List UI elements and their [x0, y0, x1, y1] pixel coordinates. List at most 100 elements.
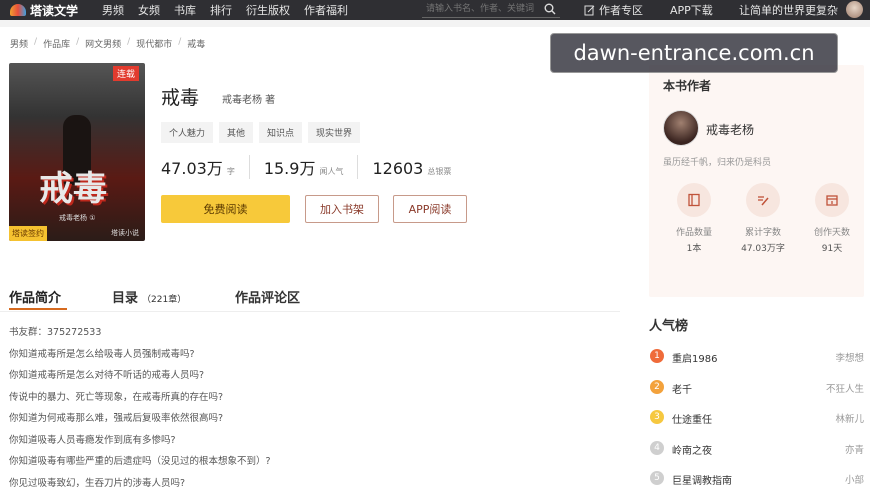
author-card-heading: 本书作者	[663, 79, 712, 93]
book-cover[interactable]: 连载 戒毒 戒毒老杨 ① 塔读签约 塔读小说	[9, 63, 145, 241]
main-nav: 男频 女频 书库 排行 衍生版权 作者福利	[102, 0, 348, 20]
breadcrumb-item[interactable]: 作品库	[43, 37, 70, 50]
book-tags: 个人魅力 其他 知识点 现实世界	[161, 122, 361, 143]
main-content: 男频 / 作品库 / 网文男频 / 现代都市 / 戒毒 连载 戒毒 戒毒老杨 ①…	[0, 27, 870, 500]
rank-number: 3	[650, 410, 664, 424]
edit-icon	[584, 5, 595, 15]
ranking-row[interactable]: 2 老千 不狂人生	[649, 378, 864, 409]
ranking-author[interactable]: 小部	[845, 472, 864, 486]
logo-icon	[10, 4, 26, 16]
tab-reviews[interactable]: 作品评论区	[235, 287, 300, 306]
author-card: 本书作者 戒毒老杨 虽历经千帆，归来仍是科员 作品数量 1本 累计字数 47.0…	[649, 65, 864, 297]
ranking-author[interactable]: 李想想	[835, 350, 864, 364]
synopsis-line: 你知道为何戒毒那么难，强戒后复吸率依然很高吗?	[9, 413, 224, 424]
cover-title-art: 戒毒	[39, 169, 107, 209]
breadcrumb-item[interactable]: 男频	[10, 37, 28, 50]
author-stat-words: 累计字数 47.03万字	[732, 183, 794, 254]
book-stats: 47.03万 字 15.9万 闻人气 12603 总银票	[161, 155, 479, 179]
ranking-row[interactable]: 5 巨星调教指南 小部	[649, 469, 864, 500]
serial-badge: 连载	[112, 66, 139, 81]
nav-ranking[interactable]: 排行	[210, 2, 232, 18]
author-zone-link[interactable]: 作者专区	[584, 0, 643, 20]
watermark-overlay: dawn-entrance.com.cn	[550, 33, 838, 73]
stat-value: 47.03万	[161, 159, 223, 178]
author-stat-value: 91天	[821, 244, 843, 254]
user-avatar[interactable]	[846, 1, 863, 18]
rank-number: 4	[650, 440, 664, 455]
tag[interactable]: 现实世界	[308, 122, 361, 143]
synopsis-line: 你见过吸毒致幻，生吞刀片的涉毒人员吗?	[9, 477, 186, 489]
author-stat-label: 创作天数	[813, 228, 850, 238]
tab-toc[interactable]: 目录 （221章）	[112, 287, 186, 306]
pen-icon	[746, 183, 780, 217]
breadcrumb-separator: /	[127, 37, 131, 47]
free-read-button[interactable]: 免费阅读	[161, 195, 290, 223]
rank-number: 1	[650, 349, 664, 363]
cover-publisher: 塔读小说	[111, 229, 139, 237]
user-menu[interactable]: 让简单的世界更复杂	[739, 0, 838, 20]
nav-female[interactable]: 女频	[138, 2, 160, 18]
app-read-button[interactable]: APP阅读	[393, 195, 467, 223]
author-stats: 作品数量 1本 累计字数 47.03万字 创作天数 91天	[663, 183, 863, 254]
author-avatar[interactable]	[663, 110, 699, 146]
author-name[interactable]: 戒毒老杨	[706, 121, 754, 138]
rank-number: 5	[650, 471, 664, 485]
content-tabs: 作品简介 目录 （221章） 作品评论区	[0, 284, 620, 312]
author-stat-value: 47.03万字	[741, 244, 785, 254]
author-stat-label: 累计字数	[744, 228, 781, 238]
nav-author-benefits[interactable]: 作者福利	[304, 2, 348, 18]
ranking-author[interactable]: 林新儿	[835, 411, 864, 425]
tag[interactable]: 个人魅力	[161, 122, 214, 143]
ranking-row[interactable]: 4 岭南之夜 亦青	[649, 439, 864, 470]
breadcrumb-item[interactable]: 网文男频	[85, 37, 121, 50]
synopsis-line: 传说中的暴力、死亡等现象，在戒毒所真的存在吗?	[9, 391, 224, 403]
rank-number: 2	[650, 379, 664, 394]
author-description: 虽历经千帆，归来仍是科员	[663, 158, 772, 168]
app-download-link[interactable]: APP下载	[670, 0, 713, 20]
tab-intro[interactable]: 作品简介	[9, 287, 67, 310]
breadcrumb-item[interactable]: 现代都市	[136, 37, 172, 50]
add-to-shelf-button[interactable]: 加入书架	[305, 195, 379, 223]
popularity-ranking-heading: 人气榜	[649, 319, 689, 334]
logo-text: 塔读文学	[30, 3, 79, 18]
nav-derivative-rights[interactable]: 衍生版权	[246, 2, 290, 18]
book-author[interactable]: 戒毒老杨 著	[222, 91, 275, 106]
search-icon[interactable]	[544, 3, 556, 15]
signed-badge: 塔读签约	[9, 226, 47, 241]
synopsis-line: 你知道吸毒有哪些严重的后遗症吗（没见过的根本想象不到）?	[9, 456, 271, 467]
tag[interactable]: 知识点	[259, 122, 303, 143]
ranking-author[interactable]: 不狂人生	[826, 381, 864, 395]
book-icon	[677, 183, 711, 217]
stat-label: 闻人气	[319, 167, 344, 176]
ranking-row[interactable]: 3 仕途重任 林新儿	[649, 408, 864, 439]
ranking-book-title[interactable]: 岭南之夜	[672, 442, 712, 457]
site-logo[interactable]: 塔读文学	[10, 0, 78, 20]
calendar-icon	[815, 183, 849, 217]
search-box	[422, 1, 560, 18]
synopsis-line: 你知道戒毒所是怎么对待不听话的戒毒人员吗?	[9, 370, 205, 381]
author-zone-label: 作者专区	[599, 4, 643, 17]
author-stat-days: 创作天数 91天	[801, 183, 863, 254]
book-synopsis: 书友群：375272533 你知道戒毒所是怎么给吸毒人员强制戒毒吗? 你知道戒毒…	[9, 324, 271, 496]
tab-label: 目录	[112, 291, 139, 306]
author-stat-value: 1本	[686, 244, 702, 254]
ranking-row[interactable]: 1 重启1986 李想想	[649, 347, 864, 378]
nav-library[interactable]: 书库	[174, 2, 196, 18]
stat-value: 12603	[372, 159, 424, 178]
tab-label: 作品简介	[9, 291, 62, 306]
breadcrumb-separator: /	[34, 37, 38, 47]
nav-male[interactable]: 男频	[102, 2, 124, 18]
stat-word-count: 47.03万 字	[161, 155, 250, 179]
author-stat-label: 作品数量	[675, 228, 712, 238]
breadcrumb-separator: /	[76, 37, 80, 47]
ranking-book-title[interactable]: 重启1986	[672, 350, 717, 365]
ranking-author[interactable]: 亦青	[845, 442, 864, 456]
tag[interactable]: 其他	[219, 122, 254, 143]
ranking-book-title[interactable]: 巨星调教指南	[672, 472, 732, 487]
search-input[interactable]	[422, 1, 538, 17]
book-title: 戒毒	[161, 87, 200, 109]
breadcrumb-current: 戒毒	[187, 40, 206, 50]
ranking-book-title[interactable]: 老千	[672, 381, 692, 396]
ranking-book-title[interactable]: 仕途重任	[672, 411, 712, 426]
tab-label: 作品评论区	[235, 291, 301, 306]
